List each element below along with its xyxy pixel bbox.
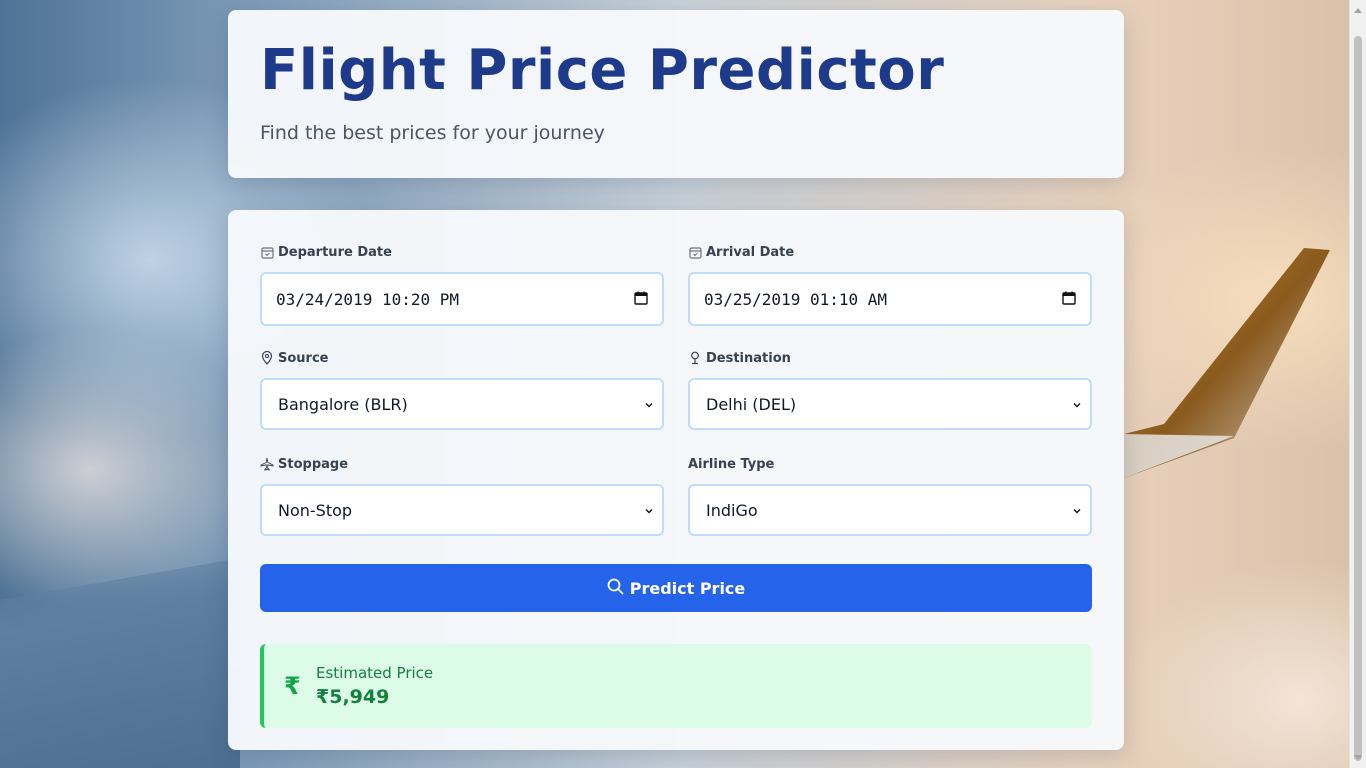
arrival-date-field: Arrival Date 03/25/2019 01:10 AM — [688, 242, 1092, 348]
calendar-picker-icon[interactable] — [1062, 290, 1076, 309]
plane-icon — [260, 457, 274, 471]
search-icon — [607, 578, 624, 599]
departure-date-field: Departure Date 03/24/2019 10:20 PM — [260, 242, 664, 348]
chevron-down-icon — [644, 395, 654, 414]
calendar-icon — [688, 245, 702, 259]
background-ground — [0, 558, 240, 768]
departure-date-label: Departure Date — [260, 242, 664, 262]
airline-type-select[interactable]: IndiGo — [688, 484, 1092, 536]
arrival-date-value: 03/25/2019 01:10 AM — [704, 289, 888, 309]
page-subtitle: Find the best prices for your journey — [260, 122, 605, 144]
page-title: Flight Price Predictor — [260, 38, 945, 103]
stoppage-select[interactable]: Non-Stop — [260, 484, 664, 536]
arrival-date-input[interactable]: 03/25/2019 01:10 AM — [688, 272, 1092, 326]
calendar-picker-icon[interactable] — [634, 290, 648, 309]
page-scrollbar[interactable] — [1349, 0, 1366, 768]
airline-type-field: Airline Type IndiGo — [688, 454, 1092, 564]
source-selected-value: Bangalore (BLR) — [278, 394, 408, 414]
chevron-down-icon — [644, 501, 654, 520]
estimated-price-value: ₹5,949 — [316, 686, 390, 708]
scroll-down-arrow-icon[interactable] — [1354, 755, 1362, 760]
arrival-date-label: Arrival Date — [688, 242, 1092, 262]
scroll-up-arrow-icon[interactable] — [1354, 8, 1362, 13]
predict-price-label: Predict Price — [629, 578, 746, 598]
predict-price-button[interactable]: Predict Price — [260, 564, 1092, 612]
departure-date-value: 03/24/2019 10:20 PM — [276, 289, 460, 309]
stoppage-field: Stoppage Non-Stop — [260, 454, 664, 564]
location-marker-icon — [688, 351, 702, 365]
chevron-down-icon — [1072, 501, 1082, 520]
destination-select[interactable]: Delhi (DEL) — [688, 378, 1092, 430]
airplane-wing-image — [1124, 248, 1330, 478]
calendar-icon — [260, 245, 274, 259]
destination-field: Destination Delhi (DEL) — [688, 348, 1092, 454]
header-card: Flight Price Predictor Find the best pri… — [228, 10, 1124, 178]
chevron-down-icon — [1072, 395, 1082, 414]
source-select[interactable]: Bangalore (BLR) — [260, 378, 664, 430]
source-label: Source — [260, 348, 664, 368]
stoppage-selected-value: Non-Stop — [278, 500, 353, 520]
source-field: Source Bangalore (BLR) — [260, 348, 664, 454]
estimated-price-panel: ₹ Estimated Price ₹5,949 — [260, 644, 1092, 728]
destination-label: Destination — [688, 348, 1092, 368]
estimated-price-label: Estimated Price — [316, 664, 434, 682]
airline-type-label: Airline Type — [688, 456, 775, 472]
rupee-icon: ₹ — [284, 672, 301, 700]
prediction-form-card: Departure Date 03/24/2019 10:20 PM Arriv… — [228, 210, 1124, 750]
stoppage-label: Stoppage — [260, 454, 664, 474]
airline-selected-value: IndiGo — [706, 500, 758, 520]
destination-selected-value: Delhi (DEL) — [706, 394, 797, 414]
departure-date-input[interactable]: 03/24/2019 10:20 PM — [260, 272, 664, 326]
scroll-thumb[interactable] — [1354, 36, 1362, 761]
map-pin-icon — [260, 351, 274, 365]
